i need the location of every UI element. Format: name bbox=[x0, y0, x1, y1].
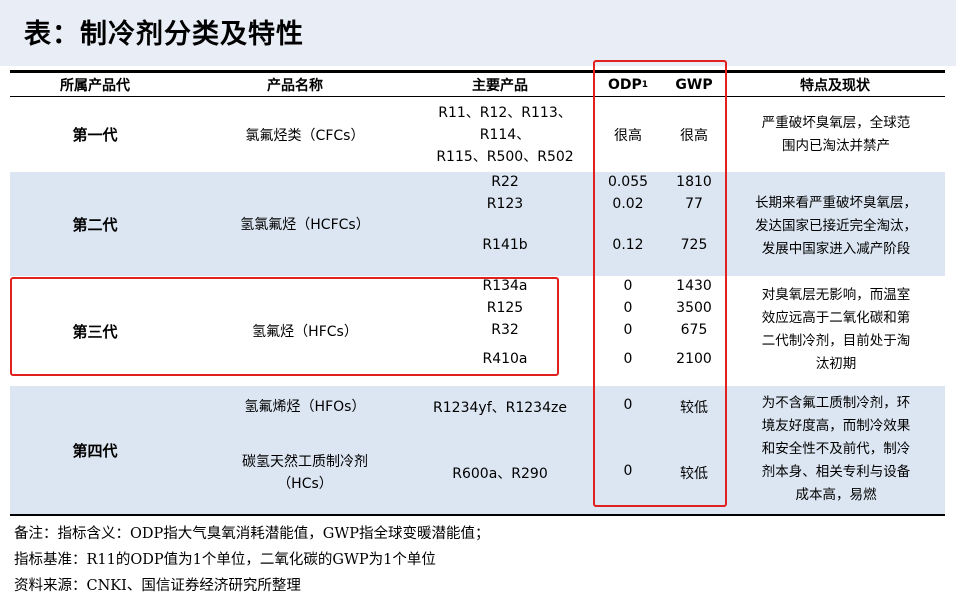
table-bottom-rule bbox=[10, 514, 945, 516]
features-cell-3: 对臭氧层无影响，而温室 效应远高于二氧化碳和第 二代制冷剂，目前处于淘 汰初期 bbox=[761, 287, 911, 372]
products-hcs: R600a、R290 bbox=[452, 466, 548, 482]
gen-cell-4: 第四代 bbox=[72, 441, 118, 460]
product-r123: R123 bbox=[486, 196, 524, 212]
products-cell-1: R11、R12、R113、 R114、 R115、R500、R502 bbox=[436, 105, 574, 165]
product-name-hcs: 碳氢天然工质制冷剂 （HCs） bbox=[242, 454, 368, 492]
note-definition: 备注：指标含义：ODP指大气臭氧消耗潜能值，GWP指全球变暖潜能值； bbox=[14, 526, 490, 542]
header-gen: 所属产品代 bbox=[60, 77, 130, 94]
odp-gwp-highlight-box bbox=[593, 60, 727, 507]
product-r141b: R141b bbox=[482, 237, 528, 253]
products-hfos: R1234yf、R1234ze bbox=[433, 400, 567, 416]
features-cell-2: 长期来看严重破坏臭氧层， 发达国家已接近完全淘汰， 发展中国家进入减产阶段 bbox=[755, 195, 917, 257]
gen-cell-2: 第二代 bbox=[72, 215, 118, 234]
third-gen-highlight-box bbox=[10, 277, 559, 376]
page-title: 表：制冷剂分类及特性 bbox=[24, 19, 304, 50]
product-r22: R22 bbox=[491, 174, 519, 190]
product-name-cell-2: 氢氯氟烃（HCFCs） bbox=[240, 217, 370, 233]
header-features: 特点及现状 bbox=[800, 77, 870, 94]
features-cell-1: 严重破坏臭氧层，全球范 围内已淘汰并禁产 bbox=[761, 115, 911, 154]
header-products: 主要产品 bbox=[472, 77, 528, 94]
product-name-cell-1: 氯氟烃类（CFCs） bbox=[245, 127, 365, 144]
header-name: 产品名称 bbox=[267, 77, 323, 94]
gen-cell-1: 第一代 bbox=[72, 126, 118, 144]
features-cell-4: 为不含氟工质制冷剂，环 境友好度高，而制冷效果 和安全性不及前代，制冷 剂本身、相关专… bbox=[761, 395, 911, 503]
note-baseline: 指标基准：R11的ODP值为1个单位，二氧化碳的GWP为1个单位 bbox=[14, 552, 436, 568]
product-name-hfos: 氢氟烯烃（HFOs） bbox=[244, 399, 366, 415]
note-source: 资料来源：CNKI、国信证券经济研究所整理 bbox=[14, 578, 301, 594]
